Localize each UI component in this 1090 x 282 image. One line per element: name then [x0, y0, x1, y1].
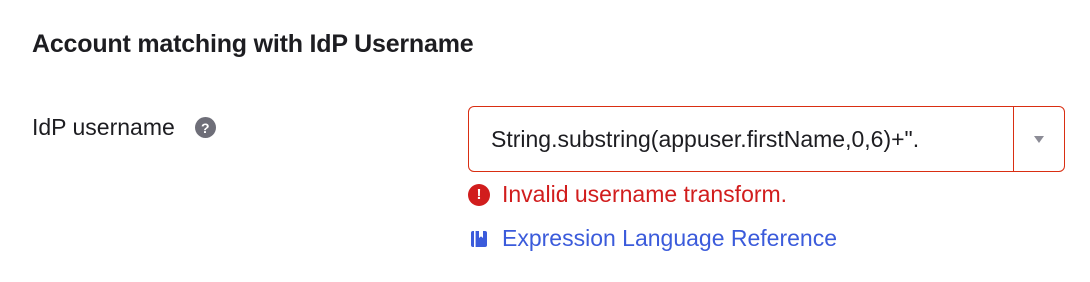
error-circle-icon: ! [468, 183, 490, 206]
idp-username-select-value[interactable]: String.substring(appuser.firstName,0,6)+… [469, 107, 1013, 171]
validation-error: ! Invalid username transform. [468, 181, 787, 208]
idp-username-select-toggle[interactable] [1013, 107, 1064, 171]
book-icon [468, 228, 490, 250]
question-circle-icon[interactable]: ? [194, 117, 216, 138]
idp-username-expression: String.substring(appuser.firstName,0,6)+… [491, 125, 920, 152]
expression-language-reference-link[interactable]: Expression Language Reference [468, 225, 837, 252]
section-title: Account matching with IdP Username [32, 30, 474, 58]
idp-username-select[interactable]: String.substring(appuser.firstName,0,6)+… [468, 106, 1065, 172]
error-message: Invalid username transform. [502, 181, 788, 207]
idp-username-label: IdP username [32, 114, 175, 140]
reference-link-label[interactable]: Expression Language Reference [502, 225, 837, 252]
idp-username-label-group: IdP username ? [32, 114, 216, 141]
caret-down-icon [1034, 135, 1044, 143]
